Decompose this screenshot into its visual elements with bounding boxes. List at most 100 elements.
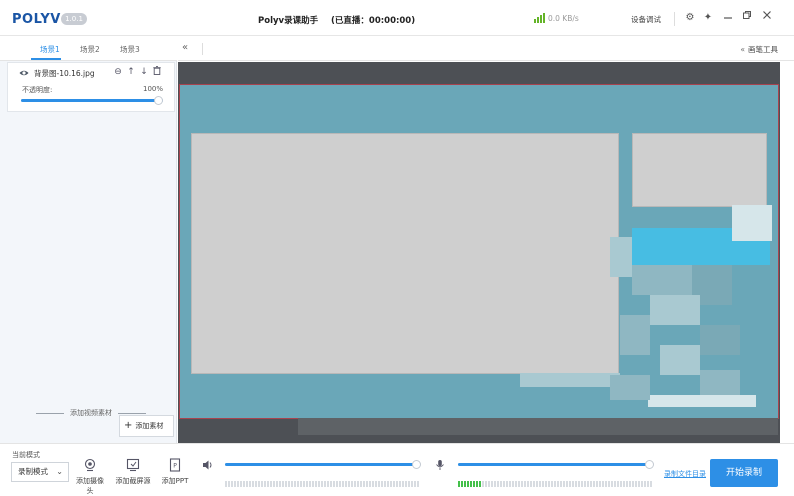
meter-segment	[333, 481, 335, 487]
restore-icon[interactable]	[739, 10, 755, 26]
tab-scene-2[interactable]: 场景2	[80, 44, 100, 55]
meter-segment	[581, 481, 583, 487]
start-record-button[interactable]: 开始录制	[710, 459, 778, 487]
meter-segment	[387, 481, 389, 487]
meter-segment	[509, 481, 511, 487]
title-bar: POLYV 1.0.1 Polyv录课助手 (已直播：00:00:00) 0.0…	[0, 0, 794, 36]
brush-tool-button[interactable]: «画笔工具	[740, 44, 778, 55]
meter-segment	[357, 481, 359, 487]
meter-segment	[339, 481, 341, 487]
meter-segment	[405, 481, 407, 487]
meter-segment	[482, 481, 484, 487]
speaker-volume-handle[interactable]	[412, 460, 421, 469]
meter-segment	[312, 481, 314, 487]
speaker-icon[interactable]	[202, 459, 214, 471]
chevron-left-icon: «	[740, 45, 745, 54]
add-camera-button[interactable]: 添加摄像头	[73, 458, 107, 496]
mosaic-block	[648, 395, 756, 407]
meter-segment	[521, 481, 523, 487]
add-screen-button[interactable]: 添加截屏源	[115, 458, 151, 486]
meter-segment	[626, 481, 628, 487]
meter-segment	[252, 481, 254, 487]
microphone-icon[interactable]	[434, 459, 446, 471]
delete-icon[interactable]	[152, 66, 162, 78]
device-debug-button[interactable]: 设备调试	[631, 14, 661, 25]
hide-source-icon[interactable]: ⊖	[113, 66, 123, 78]
meter-segment	[464, 481, 466, 487]
meter-segment	[342, 481, 344, 487]
meter-segment	[231, 481, 233, 487]
plus-icon: +	[124, 420, 133, 431]
mosaic-block	[620, 315, 650, 355]
meter-segment	[285, 481, 287, 487]
meter-segment	[548, 481, 550, 487]
bottom-bar: 当前模式 录制模式 ⌄ 添加摄像头 添加截屏源 P 添加PPT 录制文件目录 开…	[0, 443, 794, 496]
network-signal-icon	[534, 13, 545, 23]
meter-segment	[324, 481, 326, 487]
window-title: Polyv录课助手 (已直播：00:00:00)	[258, 14, 415, 26]
meter-segment	[330, 481, 332, 487]
network-speed: 0.0 KB/s	[548, 14, 579, 23]
meter-segment	[587, 481, 589, 487]
mosaic-block	[700, 370, 740, 395]
add-material-button[interactable]: + 添加素材	[119, 415, 174, 437]
meter-segment	[306, 481, 308, 487]
mode-select[interactable]: 录制模式 ⌄	[11, 462, 69, 482]
meter-segment	[605, 481, 607, 487]
eye-icon[interactable]	[19, 68, 29, 78]
move-down-icon[interactable]: ↓	[139, 66, 149, 78]
meter-segment	[246, 481, 248, 487]
ppt-icon: P	[169, 458, 181, 472]
mosaic-block	[520, 373, 620, 387]
record-directory-link[interactable]: 录制文件目录	[664, 469, 706, 479]
meter-segment	[617, 481, 619, 487]
meter-segment	[542, 481, 544, 487]
add-ppt-label: 添加PPT	[161, 477, 189, 485]
minimize-icon[interactable]	[720, 10, 736, 26]
meter-segment	[629, 481, 631, 487]
pin-icon[interactable]: ✦	[700, 10, 716, 26]
meter-segment	[632, 481, 634, 487]
meter-segment	[282, 481, 284, 487]
meter-segment	[351, 481, 353, 487]
preview-toolbar: « «画笔工具	[178, 37, 794, 61]
meter-segment	[602, 481, 604, 487]
opacity-label: 不透明度:	[22, 86, 53, 94]
add-camera-label: 添加摄像头	[76, 477, 104, 495]
opacity-slider-handle[interactable]	[154, 96, 163, 105]
mosaic-block	[610, 375, 650, 400]
mosaic-block	[610, 237, 632, 277]
meter-segment	[402, 481, 404, 487]
meter-segment	[530, 481, 532, 487]
mic-volume-slider[interactable]	[458, 460, 654, 469]
meter-segment	[273, 481, 275, 487]
meter-segment	[381, 481, 383, 487]
tab-scene-3[interactable]: 场景3	[120, 44, 140, 55]
scene-stage[interactable]	[179, 84, 779, 419]
speaker-volume-fill	[225, 463, 417, 466]
collapse-panel-icon[interactable]: «	[182, 42, 188, 53]
close-icon[interactable]	[759, 10, 775, 26]
meter-segment	[372, 481, 374, 487]
settings-icon[interactable]: ⚙	[682, 10, 698, 26]
move-up-icon[interactable]: ↑	[126, 66, 136, 78]
meter-segment	[650, 481, 652, 487]
meter-segment	[560, 481, 562, 487]
meter-segment	[647, 481, 649, 487]
tab-scene-1[interactable]: 场景1	[40, 44, 60, 55]
meter-segment	[408, 481, 410, 487]
meter-segment	[572, 481, 574, 487]
source-item[interactable]: 背景图-10.16.jpg ⊖ ↑ ↓ 不透明度: 100%	[7, 62, 175, 112]
opacity-slider-fill	[21, 99, 163, 102]
mic-volume-handle[interactable]	[645, 460, 654, 469]
scene-panel: 场景1 场景2 场景3 背景图-10.16.jpg ⊖ ↑ ↓ 不透明度: 10…	[0, 37, 177, 443]
title-divider	[674, 12, 675, 26]
meter-segment	[303, 481, 305, 487]
preview-canvas[interactable]	[178, 62, 780, 443]
meter-segment	[300, 481, 302, 487]
meter-segment	[327, 481, 329, 487]
speaker-volume-slider[interactable]	[225, 460, 421, 469]
opacity-slider[interactable]	[21, 96, 163, 105]
add-ppt-button[interactable]: P 添加PPT	[160, 458, 190, 486]
meter-segment	[551, 481, 553, 487]
